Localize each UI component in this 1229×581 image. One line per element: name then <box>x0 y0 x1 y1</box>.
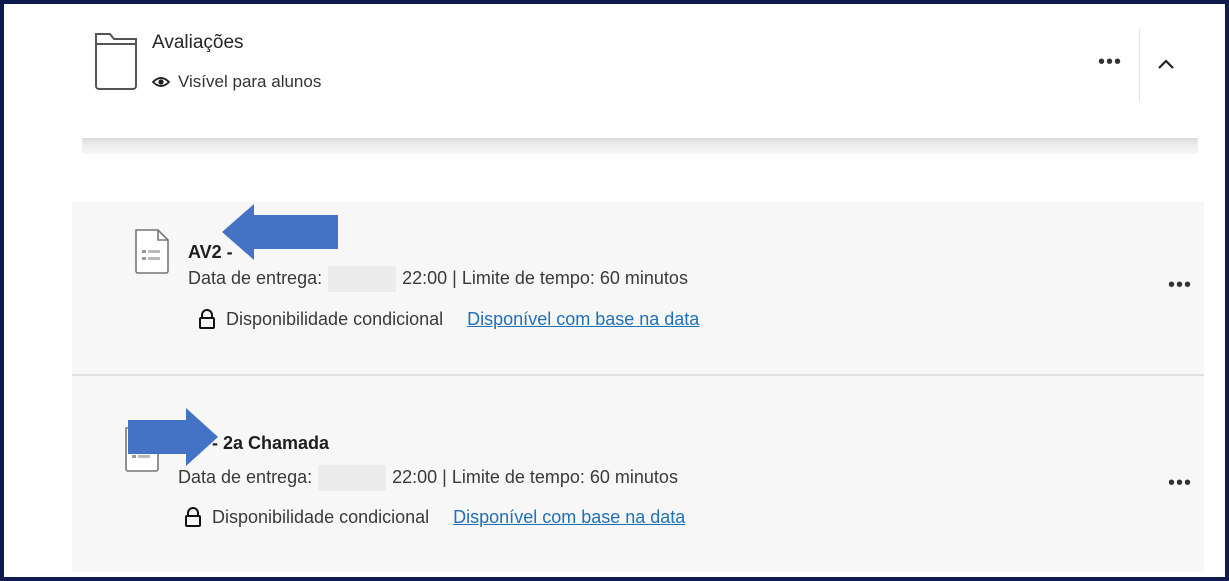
item-due-info: Data de entrega: 22:00 | Limite de tempo:… <box>188 266 688 292</box>
due-time-limit: 22:00 | Limite de tempo: 60 minutos <box>402 267 688 288</box>
conditional-availability-row: Disponibilidade condicional Disponível c… <box>184 506 685 528</box>
visibility-label: Visível para alunos <box>178 72 322 91</box>
item-more-options-button[interactable]: ••• <box>1168 472 1192 495</box>
eye-icon <box>151 73 171 91</box>
folder-more-options-button[interactable]: ••• <box>1098 52 1124 72</box>
screenshot-frame: Avaliações Visível para alunos ••• AV2 -… <box>0 0 1229 581</box>
item-title[interactable]: - 2a Chamada <box>212 433 329 454</box>
redacted-date <box>318 465 387 491</box>
document-icon <box>134 228 170 274</box>
due-time-limit: 22:00 | Limite de tempo: 60 minutos <box>392 466 678 487</box>
arrow-left-icon <box>222 202 340 267</box>
due-label: Data de entrega: <box>188 267 323 288</box>
redacted-date <box>328 266 397 292</box>
collapse-chevron-icon[interactable] <box>1154 52 1178 76</box>
conditional-availability-label: Disponibilidade condicional <box>212 506 430 527</box>
availability-date-link[interactable]: Disponível com base na data <box>467 309 699 330</box>
conditional-availability-label: Disponibilidade condicional <box>226 308 444 329</box>
folder-header[interactable]: Avaliações Visível para alunos ••• <box>4 4 1225 109</box>
availability-date-link[interactable]: Disponível com base na data <box>453 507 685 528</box>
folder-title[interactable]: Avaliações <box>152 32 244 54</box>
lock-icon <box>198 308 216 330</box>
arrow-right-icon <box>128 406 218 473</box>
folder-icon <box>94 30 138 90</box>
lock-icon <box>184 506 202 528</box>
content-item-2[interactable]: - 2a Chamada Data de entrega: 22:00 | Lim… <box>72 376 1204 572</box>
section-divider <box>82 138 1198 154</box>
item-more-options-button[interactable]: ••• <box>1168 274 1192 297</box>
conditional-availability-row: Disponibilidade condicional Disponível c… <box>198 308 699 330</box>
visibility-status[interactable]: Visível para alunos <box>151 72 322 92</box>
item-due-info: Data de entrega: 22:00 | Limite de tempo:… <box>178 465 678 491</box>
header-divider <box>1139 29 1140 101</box>
